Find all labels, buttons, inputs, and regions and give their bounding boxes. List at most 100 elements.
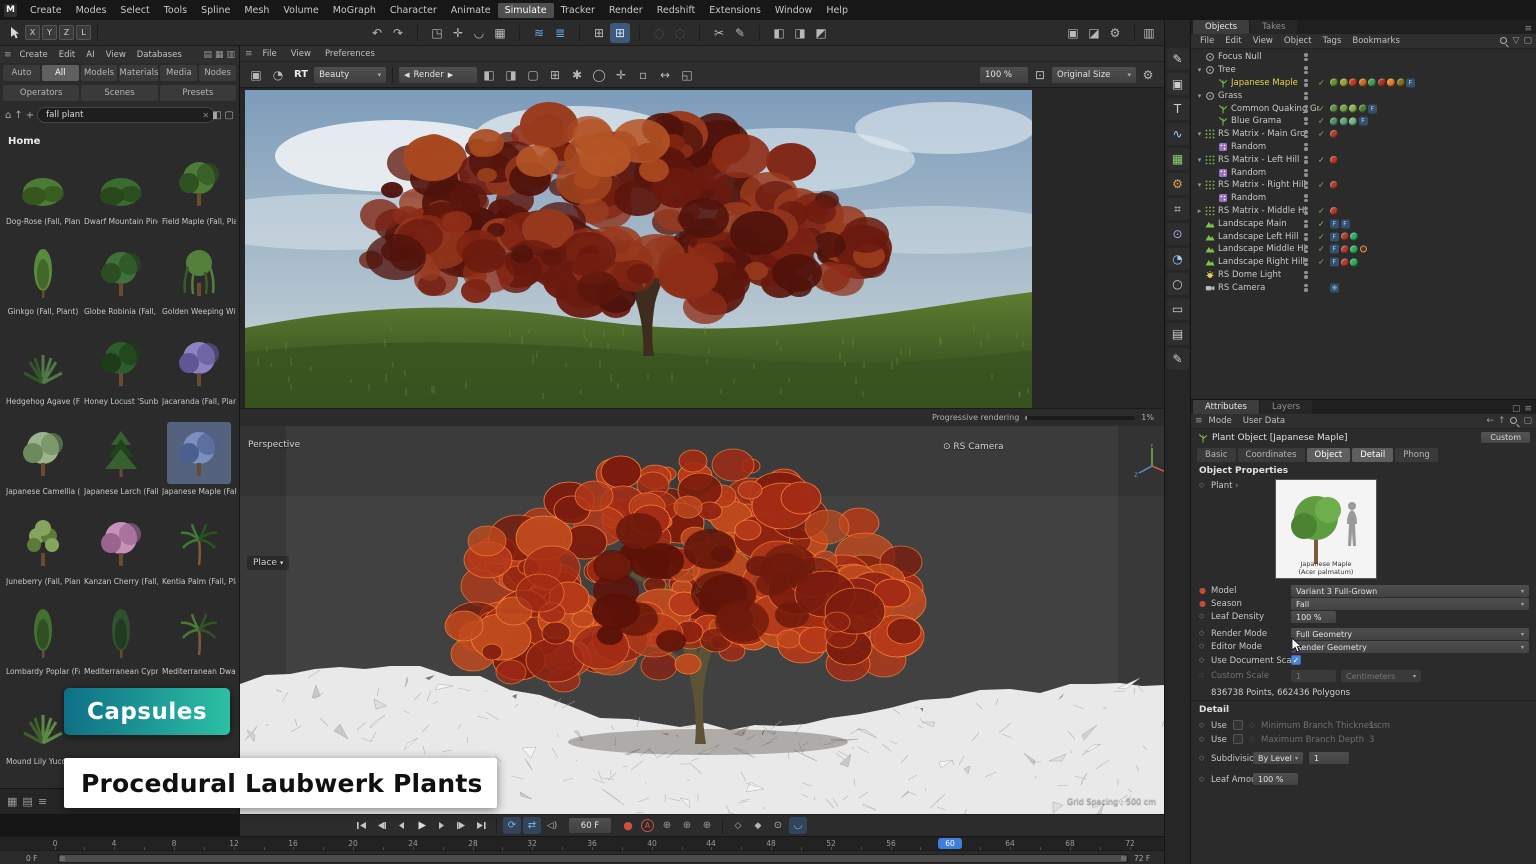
object-name[interactable]: Landscape Middle Hill <box>1218 244 1306 254</box>
param-field-leaf-density[interactable]: 100 % <box>1291 611 1336 623</box>
asset-thumbnail[interactable] <box>89 602 153 664</box>
asset-subtab-scenes[interactable]: Scenes <box>81 85 157 101</box>
select-tool-icon[interactable] <box>9 26 21 40</box>
axis-lock-y[interactable]: Y <box>42 25 57 40</box>
array-generator-icon[interactable]: ▦ <box>1167 148 1189 170</box>
menu-volume[interactable]: Volume <box>276 3 325 18</box>
ab-swap-icon[interactable]: ◨ <box>501 65 521 85</box>
material-tag-icon[interactable] <box>1330 79 1338 87</box>
object-row[interactable]: Landscape Left Hill ✓ F <box>1191 230 1536 243</box>
sound-button[interactable]: ◁) <box>543 817 561 834</box>
object-name[interactable]: Blue Grama <box>1231 116 1281 126</box>
visibility-dots[interactable] <box>1304 92 1308 100</box>
category-tab-object[interactable]: Object <box>1307 448 1351 462</box>
range-track[interactable] <box>58 854 1128 863</box>
simulate-belt-icon[interactable]: ≣ <box>550 23 570 43</box>
enable-check-icon[interactable]: ✓ <box>1318 219 1325 228</box>
up-icon[interactable]: ↑ <box>14 110 22 121</box>
selected-tag-icon[interactable] <box>1360 246 1367 253</box>
material-tag-icon[interactable] <box>1359 105 1367 113</box>
objects-menu-tags[interactable]: Tags <box>1318 35 1347 47</box>
snap-keys-button[interactable]: ◡ <box>789 817 807 834</box>
material-tag-icon[interactable] <box>1340 105 1348 113</box>
object-row[interactable]: ▾ Grass <box>1191 89 1536 102</box>
expand-arrow-icon[interactable]: ▾ <box>1195 130 1204 138</box>
objects-menu-object[interactable]: Object <box>1279 35 1317 47</box>
attributes-tab-attributes[interactable]: Attributes <box>1193 400 1259 414</box>
menu-select[interactable]: Select <box>113 3 156 18</box>
ping-pong-button[interactable]: ⇄ <box>523 817 541 834</box>
subdivide-icon[interactable]: ◩ <box>811 23 831 43</box>
enable-check-icon[interactable]: ✓ <box>1318 258 1325 267</box>
custom-scale-unit-dropdown[interactable]: Centimeters▾ <box>1341 670 1421 682</box>
asset-thumbnail[interactable] <box>167 422 231 484</box>
enable-check-icon[interactable]: ✓ <box>1318 155 1325 164</box>
render-history-nav[interactable]: ◀ Render ▶ <box>399 67 477 83</box>
viewport-scene[interactable] <box>240 426 1164 814</box>
asset-thumbnail[interactable] <box>11 512 75 574</box>
expand-arrow-icon[interactable]: ▾ <box>1195 66 1204 74</box>
goto-start-button[interactable] <box>352 817 370 834</box>
asset-menu-create[interactable]: Create <box>15 49 53 61</box>
pen-tool-icon[interactable]: ✎ <box>1167 48 1189 70</box>
asset-thumbnail[interactable] <box>11 242 75 304</box>
goto-end-button[interactable] <box>472 817 490 834</box>
objects-menu-bookmarks[interactable]: Bookmarks <box>1347 35 1405 47</box>
expand-arrow-icon[interactable]: ▸ <box>1195 207 1204 215</box>
field-tag-icon[interactable]: F <box>1330 219 1339 228</box>
object-name[interactable]: Landscape Right Hill <box>1218 257 1305 267</box>
material-tag-icon[interactable] <box>1341 245 1349 253</box>
list-view-icon[interactable]: ▤ <box>22 795 32 808</box>
menu-tools[interactable]: Tools <box>157 3 194 18</box>
asset-thumbnail[interactable] <box>167 152 231 214</box>
asset-item[interactable]: Lombardy Poplar (Fall... <box>5 602 81 690</box>
visibility-dots[interactable] <box>1304 181 1308 189</box>
use-checkbox[interactable] <box>1233 734 1243 744</box>
object-row[interactable]: Japanese Maple ✓ F <box>1191 77 1536 90</box>
object-row[interactable]: Random <box>1191 192 1536 205</box>
custom-scale-field[interactable]: 1 <box>1291 670 1336 682</box>
use-checkbox[interactable] <box>1233 720 1243 730</box>
field-tag-icon[interactable]: F <box>1368 104 1377 113</box>
prev-key-button[interactable] <box>372 817 390 834</box>
axis-lock-x[interactable]: X <box>25 25 40 40</box>
asset-menu-databases[interactable]: Databases <box>132 49 187 61</box>
object-name[interactable]: Japanese Maple <box>1231 78 1298 88</box>
object-name[interactable]: RS Dome Light <box>1218 270 1281 280</box>
material-tag-icon[interactable] <box>1349 117 1357 125</box>
grid-icon[interactable]: ⊞ <box>545 65 565 85</box>
forward-arrow-icon[interactable]: ↑ <box>1498 416 1506 426</box>
material-tag-icon[interactable] <box>1340 117 1348 125</box>
asset-tab-nodes[interactable]: Nodes <box>199 65 236 81</box>
menu-tracker[interactable]: Tracker <box>554 3 602 18</box>
object-name[interactable]: Random <box>1231 168 1266 178</box>
field-tag-icon[interactable]: F <box>1341 219 1350 228</box>
enable-check-icon[interactable]: ✓ <box>1318 232 1325 241</box>
magnet-icon[interactable]: ◡ <box>469 23 489 43</box>
search-icon[interactable] <box>1509 416 1519 426</box>
renderview-menu-file[interactable]: File <box>257 48 283 60</box>
size-dropdown[interactable]: Original Size▾ <box>1052 67 1136 83</box>
material-tag-icon[interactable] <box>1387 79 1395 87</box>
fullscreen-icon[interactable]: ◱ <box>677 65 697 85</box>
viewport-view-label[interactable]: Perspective <box>248 440 300 450</box>
menu-animate[interactable]: Animate <box>444 3 498 18</box>
mograph-tool-icon[interactable]: ◔ <box>1167 248 1189 270</box>
range-thumb[interactable] <box>59 855 1127 862</box>
category-tab-detail[interactable]: Detail <box>1352 448 1393 462</box>
material-tag-icon[interactable] <box>1359 79 1367 87</box>
object-row[interactable]: Blue Grama ✓ F <box>1191 115 1536 128</box>
visibility-dots[interactable] <box>1304 284 1308 292</box>
record-button[interactable]: ● <box>619 817 637 834</box>
menu-render[interactable]: Render <box>602 3 650 18</box>
category-tab-phong[interactable]: Phong <box>1395 448 1438 462</box>
visibility-dots[interactable] <box>1304 194 1308 202</box>
enable-check-icon[interactable]: ✓ <box>1318 130 1325 139</box>
asset-thumbnail[interactable] <box>89 332 153 394</box>
menu-character[interactable]: Character <box>383 3 444 18</box>
user-data-menu[interactable]: User Data <box>1238 415 1290 427</box>
visibility-dots[interactable] <box>1304 258 1308 266</box>
object-row[interactable]: Focus Null <box>1191 51 1536 64</box>
asset-thumbnail[interactable] <box>167 332 231 394</box>
asset-item[interactable]: Golden Weeping Willo... <box>161 242 237 330</box>
